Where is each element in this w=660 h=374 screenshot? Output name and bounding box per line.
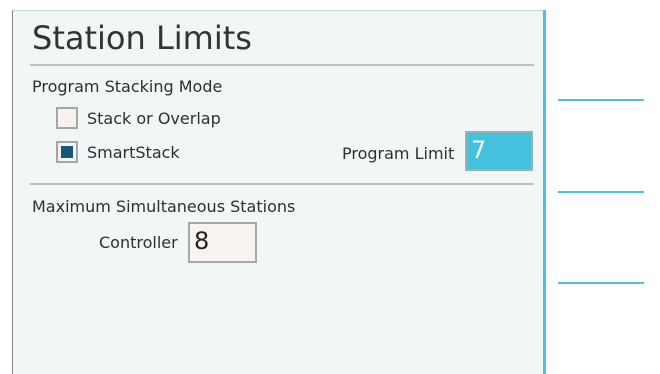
program-stacking-mode-label: Program Stacking Mode [32, 77, 223, 96]
soft-key-1[interactable] [558, 99, 644, 101]
right-panel-border [543, 10, 546, 374]
station-limits-panel: Station Limits Program Stacking Mode Sta… [12, 10, 545, 374]
maximum-simultaneous-stations-label: Maximum Simultaneous Stations [32, 197, 296, 216]
section-divider [30, 183, 534, 185]
smartstack-label: SmartStack [87, 143, 180, 162]
checkbox-checked-mark [61, 146, 73, 158]
controller-input[interactable]: 8 [188, 222, 257, 263]
program-limit-label: Program Limit [342, 144, 455, 163]
stack-or-overlap-label: Stack or Overlap [87, 109, 221, 128]
soft-key-2[interactable] [558, 191, 644, 193]
page-title: Station Limits [32, 19, 252, 57]
smartstack-checkbox[interactable] [56, 141, 78, 163]
controller-label: Controller [99, 233, 178, 252]
soft-key-3[interactable] [558, 282, 644, 284]
program-limit-input[interactable]: 7 [465, 131, 533, 171]
title-divider [30, 64, 534, 66]
stack-or-overlap-checkbox[interactable] [56, 107, 78, 129]
